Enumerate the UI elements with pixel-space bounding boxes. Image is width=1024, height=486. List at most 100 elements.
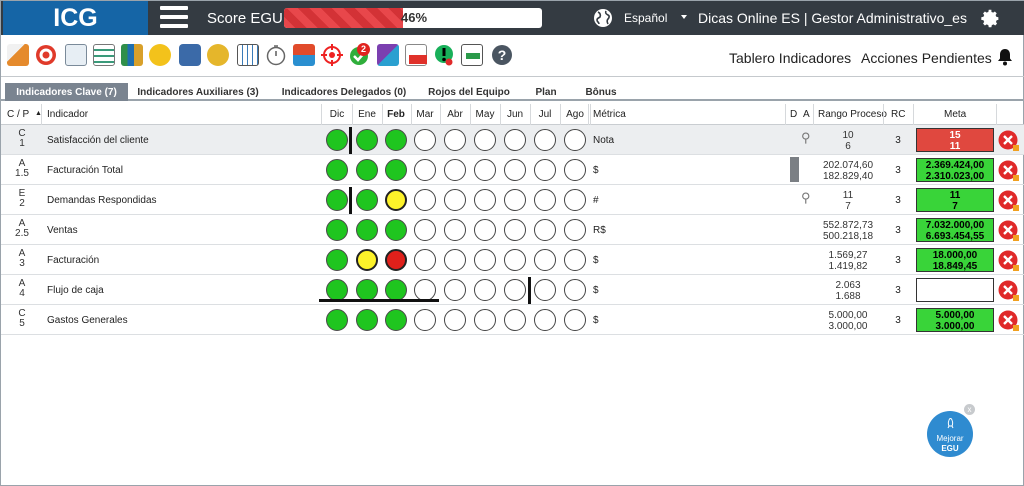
- status-circle[interactable]: [504, 159, 526, 181]
- company-user-label[interactable]: Dicas Online ES | Gestor Administrativo_…: [698, 10, 967, 26]
- status-circle[interactable]: [444, 279, 466, 301]
- acciones-pendientes-link[interactable]: Acciones Pendientes: [861, 50, 992, 66]
- status-circle[interactable]: [356, 279, 378, 301]
- status-circle[interactable]: [385, 129, 407, 151]
- status-circle[interactable]: [474, 279, 496, 301]
- delete-icon[interactable]: [998, 220, 1019, 241]
- status-circle[interactable]: [414, 279, 436, 301]
- status-circle[interactable]: [326, 189, 348, 211]
- team-icon[interactable]: [179, 44, 201, 66]
- paperclip-icon[interactable]: ⚲: [801, 190, 811, 206]
- status-circle[interactable]: [385, 189, 407, 211]
- list-icon[interactable]: [93, 44, 115, 66]
- status-circle[interactable]: [504, 249, 526, 271]
- status-circle[interactable]: [564, 219, 586, 241]
- meta-box[interactable]: 15 11: [916, 128, 994, 152]
- clipboard-icon[interactable]: [65, 44, 87, 66]
- status-circle[interactable]: [414, 219, 436, 241]
- status-circle[interactable]: [474, 309, 496, 331]
- indicator-name[interactable]: Flujo de caja: [47, 285, 104, 296]
- fab-close-icon[interactable]: x: [964, 404, 975, 415]
- stopwatch-icon[interactable]: [265, 44, 287, 66]
- status-circle[interactable]: [414, 159, 436, 181]
- tab-plan[interactable]: Plan: [529, 83, 563, 101]
- delete-icon[interactable]: [998, 160, 1019, 181]
- help-icon[interactable]: ?: [491, 44, 513, 66]
- status-circle[interactable]: [534, 129, 556, 151]
- col-month-feb[interactable]: Feb: [383, 109, 409, 120]
- meta-box[interactable]: 11 7: [916, 188, 994, 212]
- status-circle[interactable]: [414, 249, 436, 271]
- status-circle[interactable]: [474, 129, 496, 151]
- status-circle[interactable]: [326, 129, 348, 151]
- edit-icon[interactable]: [7, 44, 29, 66]
- tab-indicadores-clave[interactable]: Indicadores Clave (7): [5, 83, 128, 101]
- tab-indicadores-auxiliares[interactable]: Indicadores Auxiliares (3): [134, 83, 262, 101]
- status-circle[interactable]: [564, 279, 586, 301]
- status-circle[interactable]: [326, 249, 348, 271]
- col-metrica[interactable]: Métrica: [593, 109, 626, 120]
- gear-icon[interactable]: [980, 8, 1001, 29]
- status-circle[interactable]: [534, 279, 556, 301]
- paperclip-icon[interactable]: [149, 44, 171, 66]
- status-circle[interactable]: [385, 159, 407, 181]
- table-row[interactable]: C 1 Satisfacción del cliente Nota 10 6 3 15 11: [1, 125, 1024, 155]
- chevron-down-icon[interactable]: [681, 15, 687, 19]
- status-circle[interactable]: [504, 279, 526, 301]
- table-row[interactable]: A 3 Facturación $1.569,27 1.419,82 3 18.000,00…: [1, 245, 1024, 275]
- status-circle[interactable]: [474, 219, 496, 241]
- language-selector[interactable]: Español: [624, 11, 667, 25]
- table-row[interactable]: E 2 Demandas Respondidas #11 7 3 11 7: [1, 185, 1024, 215]
- status-circle[interactable]: [504, 129, 526, 151]
- status-circle[interactable]: [356, 159, 378, 181]
- tab-indicadores-delegados[interactable]: Indicadores Delegados (0): [279, 83, 409, 101]
- status-circle[interactable]: [444, 219, 466, 241]
- status-circle[interactable]: [534, 249, 556, 271]
- table-row[interactable]: A 1.5 Facturación Total $202.074,60 182.829,…: [1, 155, 1024, 185]
- org-chart-icon[interactable]: [293, 44, 315, 66]
- tab-rojos-del-equipo[interactable]: Rojos del Equipo: [425, 83, 513, 101]
- mejorar-egu-button[interactable]: Mejorar EGU: [927, 411, 973, 457]
- delete-icon[interactable]: [998, 250, 1019, 271]
- status-circle[interactable]: [534, 159, 556, 181]
- status-circle[interactable]: [504, 219, 526, 241]
- status-circle[interactable]: [356, 129, 378, 151]
- delete-icon[interactable]: [998, 310, 1019, 331]
- col-meta[interactable]: Meta: [944, 109, 966, 120]
- table-row[interactable]: A 2.5 Ventas R$ 552.872,73 500.218,18 3 7.032.0…: [1, 215, 1024, 245]
- status-circle[interactable]: [444, 189, 466, 211]
- status-circle[interactable]: [385, 249, 407, 271]
- status-circle[interactable]: [356, 249, 378, 271]
- col-month-dic[interactable]: Dic: [324, 109, 350, 120]
- delete-icon[interactable]: [998, 130, 1019, 151]
- calendar-icon[interactable]: [237, 44, 259, 66]
- status-circle[interactable]: [474, 159, 496, 181]
- attachment-bar[interactable]: [790, 157, 799, 182]
- meta-box[interactable]: 7.032.000,00 6.693.454,55: [916, 218, 994, 242]
- col-month-ago[interactable]: Ago: [562, 109, 588, 120]
- indicator-name[interactable]: Gastos Generales: [47, 315, 128, 326]
- status-circle[interactable]: [414, 129, 436, 151]
- status-circle[interactable]: [564, 129, 586, 151]
- status-circle[interactable]: [356, 189, 378, 211]
- tab-bonus[interactable]: Bônus: [579, 83, 623, 101]
- col-month-jun[interactable]: Jun: [502, 109, 528, 120]
- hamburger-menu-icon[interactable]: [160, 6, 188, 30]
- award-icon[interactable]: [207, 44, 229, 66]
- table-row[interactable]: A 4 Flujo de caja $2.063 1.688 3: [1, 275, 1024, 305]
- app-logo[interactable]: ICG: [3, 1, 148, 35]
- status-circle[interactable]: [474, 249, 496, 271]
- alert-icon[interactable]: [433, 44, 455, 66]
- indicator-name[interactable]: Facturación: [47, 255, 99, 266]
- meta-box[interactable]: [916, 278, 994, 302]
- status-circle[interactable]: [564, 309, 586, 331]
- status-circle[interactable]: [326, 309, 348, 331]
- status-circle[interactable]: [564, 159, 586, 181]
- crosshair-icon[interactable]: [321, 44, 343, 66]
- status-circle[interactable]: [326, 219, 348, 241]
- status-circle[interactable]: [444, 159, 466, 181]
- status-circle[interactable]: [564, 189, 586, 211]
- status-circle[interactable]: [534, 309, 556, 331]
- col-month-jul[interactable]: Jul: [532, 109, 558, 120]
- bell-icon[interactable]: [997, 48, 1013, 66]
